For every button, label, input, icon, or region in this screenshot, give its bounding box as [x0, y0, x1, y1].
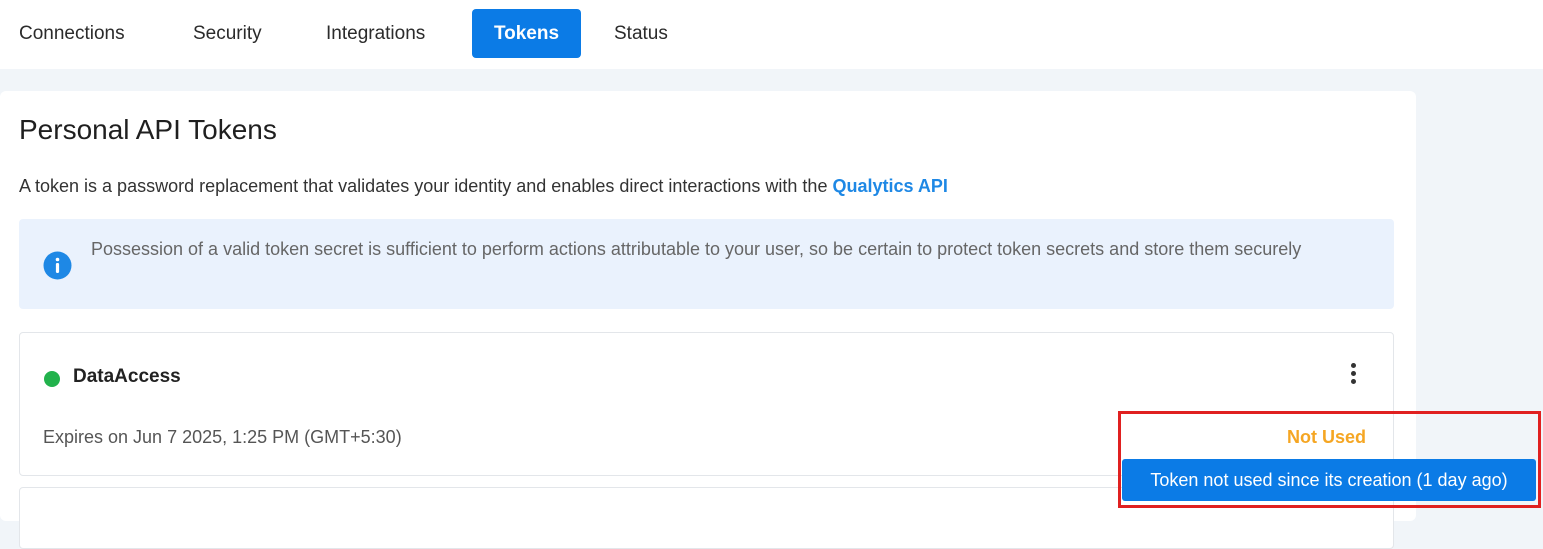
tab-connections[interactable]: Connections — [19, 9, 125, 58]
tab-integrations[interactable]: Integrations — [326, 9, 425, 58]
token-usage-status[interactable]: Not Used — [1287, 427, 1366, 448]
token-name: DataAccess — [73, 366, 181, 387]
page-description: A token is a password replacement that v… — [19, 176, 948, 197]
top-navigation: Connections Security Integrations Tokens… — [0, 0, 1543, 69]
tab-status[interactable]: Status — [614, 9, 668, 58]
token-expiry: Expires on Jun 7 2025, 1:25 PM (GMT+5:30… — [43, 427, 402, 447]
description-text: A token is a password replacement that v… — [19, 176, 833, 196]
security-alert: Possession of a valid token secret is su… — [19, 219, 1394, 309]
qualytics-api-link[interactable]: Qualytics API — [832, 176, 947, 196]
tab-security[interactable]: Security — [193, 9, 262, 58]
alert-text: Possession of a valid token secret is su… — [91, 239, 1302, 259]
info-icon — [43, 251, 72, 280]
usage-tooltip: Token not used since its creation (1 day… — [1122, 459, 1536, 501]
active-status-dot — [44, 371, 60, 387]
tab-tokens[interactable]: Tokens — [472, 9, 581, 58]
token-card[interactable]: DataAccess Expires on Jun 7 2025, 1:25 P… — [19, 332, 1394, 476]
page-title: Personal API Tokens — [19, 114, 277, 145]
more-options-icon[interactable] — [1342, 361, 1366, 389]
